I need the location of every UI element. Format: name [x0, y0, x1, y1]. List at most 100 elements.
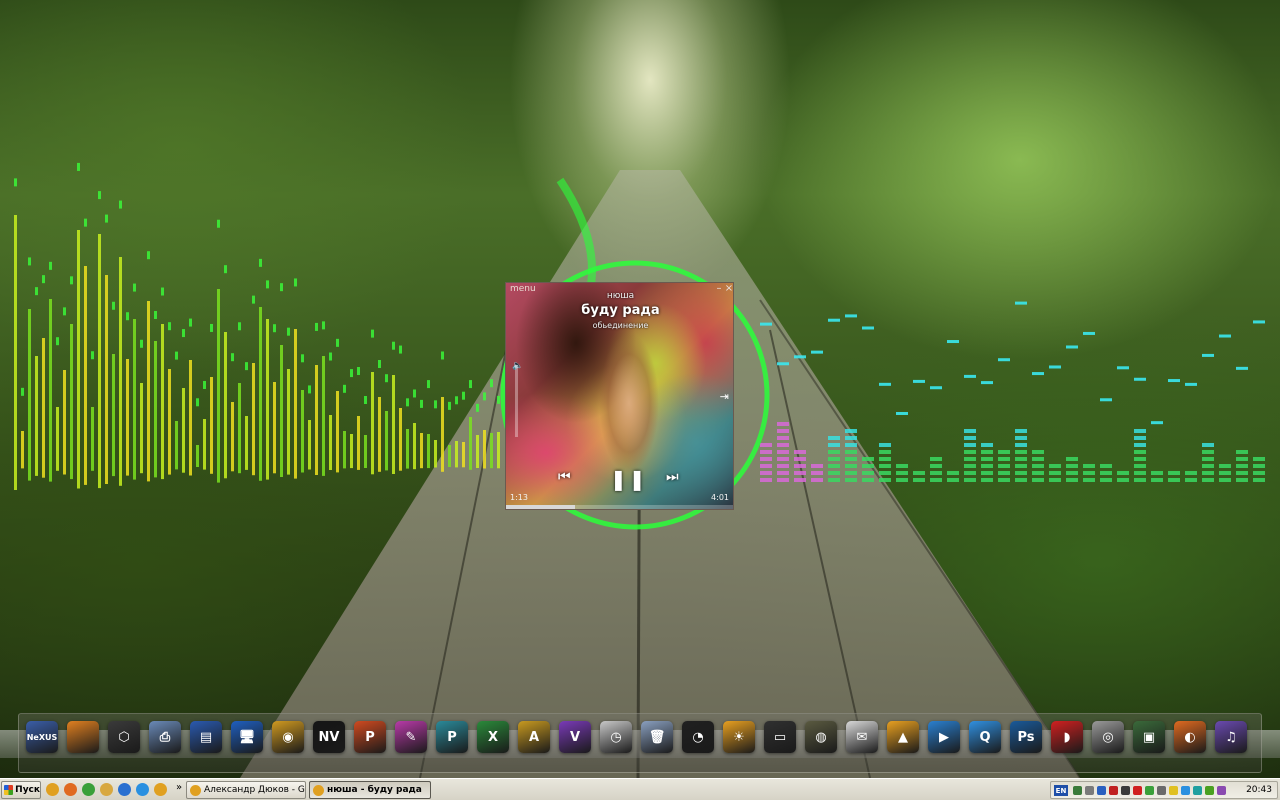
access-icon[interactable]: A [518, 721, 550, 753]
equalizer-block [1134, 429, 1146, 433]
excel-icon[interactable]: X [477, 721, 509, 753]
spectrum-peak [105, 214, 108, 223]
task-aimp[interactable]: нюша - буду рада [309, 781, 431, 799]
tray-icon[interactable] [1133, 786, 1142, 795]
spectrum-bar [140, 383, 143, 474]
exit-icon[interactable]: ⇥ [720, 390, 729, 403]
utorrent-icon[interactable] [82, 783, 95, 796]
tray-icon[interactable] [1205, 786, 1214, 795]
spectrum-bar [448, 445, 451, 467]
show-desktop-icon[interactable] [100, 783, 113, 796]
spectrum-bar [231, 402, 234, 472]
equalizer-block [777, 471, 789, 475]
language-indicator[interactable]: EN [1054, 785, 1068, 796]
spectrum-peak [308, 385, 311, 394]
equalizer-block [845, 443, 857, 447]
firefox-icon[interactable] [64, 783, 77, 796]
tray-icon[interactable] [1193, 786, 1202, 795]
media-player-icon[interactable]: ▶ [928, 721, 960, 753]
clock[interactable]: 20:43 [1246, 785, 1272, 795]
equalizer-peak [760, 322, 772, 326]
scanner-icon[interactable]: ⎙ [149, 721, 181, 753]
tray-icon[interactable] [1109, 786, 1118, 795]
spectrum-peak [224, 265, 227, 274]
equalizer-block [760, 478, 772, 482]
tray-icon[interactable] [1217, 786, 1226, 795]
drive-meter-icon[interactable]: ▭ [764, 721, 796, 753]
equalizer-block [862, 478, 874, 482]
spectrum-peak [483, 392, 486, 401]
quick-launch-overflow[interactable]: » [176, 782, 182, 793]
spectrum-peak [315, 322, 318, 331]
weather-icon[interactable]: ☀ [723, 721, 755, 753]
equalizer-block [1134, 443, 1146, 447]
tray-icon[interactable] [1157, 786, 1166, 795]
equalizer-block [947, 478, 959, 482]
equalizer-block [879, 478, 891, 482]
hex-tool-icon[interactable]: ⬡ [108, 721, 140, 753]
photo-camera-icon[interactable]: ▣ [1133, 721, 1165, 753]
itunes-icon[interactable]: ♫ [1215, 721, 1247, 753]
skype-icon[interactable] [136, 783, 149, 796]
spectrum-peak [406, 398, 409, 407]
artist-name: нюша [606, 291, 635, 301]
camera-app-icon[interactable]: ◉ [272, 721, 304, 753]
equalizer-block [1202, 457, 1214, 461]
progress-bar[interactable] [506, 505, 733, 509]
tray-icon[interactable] [1073, 786, 1082, 795]
spectrum-peak [441, 351, 444, 360]
tray-icon[interactable] [1121, 786, 1130, 795]
tray-icon[interactable] [1097, 786, 1106, 795]
spectrum-bar [245, 416, 248, 470]
task-chrome[interactable]: Александр Дюков - Go... [186, 781, 306, 799]
spectrum-peak [238, 322, 241, 331]
ie-icon[interactable] [118, 783, 131, 796]
start-button[interactable]: Пуск [1, 781, 41, 799]
recycle-bin-icon[interactable]: 🗑 [641, 721, 673, 753]
mail-icon[interactable]: ✉ [846, 721, 878, 753]
cyberlink-icon[interactable]: ◗ [1051, 721, 1083, 753]
tray-icon[interactable] [1085, 786, 1094, 795]
aimp-icon[interactable]: ▲ [887, 721, 919, 753]
spectrum-bar [56, 407, 59, 471]
equalizer-block [1100, 464, 1112, 468]
clock-widget-icon[interactable]: ◷ [600, 721, 632, 753]
sunset-app-icon[interactable] [67, 721, 99, 753]
quicktime-icon[interactable]: Q [969, 721, 1001, 753]
powerpoint-icon[interactable]: P [354, 721, 386, 753]
tray-icon[interactable] [1181, 786, 1190, 795]
volume-slider[interactable] [515, 365, 518, 437]
tray-icon[interactable] [1169, 786, 1178, 795]
spectrum-bar [420, 433, 423, 469]
webcam-icon[interactable]: ◎ [1092, 721, 1124, 753]
onenote-icon[interactable]: ✎ [395, 721, 427, 753]
nexus-icon[interactable]: NeXUS [26, 721, 58, 753]
previous-track-button[interactable]: ⏮ [558, 469, 571, 485]
firefox-icon[interactable]: ◐ [1174, 721, 1206, 753]
equalizer-block [1236, 457, 1248, 461]
equalizer-block [1202, 450, 1214, 454]
visio-icon[interactable]: V [559, 721, 591, 753]
equalizer-block [1134, 450, 1146, 454]
cpu-gauge-icon[interactable]: ◔ [682, 721, 714, 753]
next-track-button[interactable]: ⏭ [666, 469, 679, 485]
equalizer-peak [1151, 421, 1163, 425]
aimp-icon[interactable] [154, 783, 167, 796]
photoshop-icon[interactable]: Ps [1010, 721, 1042, 753]
books-icon[interactable]: ▤ [190, 721, 222, 753]
equalizer-peak [896, 411, 908, 415]
equalizer-block [1202, 478, 1214, 482]
spectrum-peak [420, 399, 423, 408]
mini-player-window[interactable]: menu – × нюша буду рада обьединение 🔈 ⇥ … [505, 282, 734, 510]
equalizer-block [896, 464, 908, 468]
pause-button[interactable]: ❚❚ [610, 467, 648, 491]
equalizer-block [845, 436, 857, 440]
equalizer-block [1134, 457, 1146, 461]
nvidia-icon[interactable]: NV [313, 721, 345, 753]
tray-icon[interactable] [1145, 786, 1154, 795]
my-computer-icon[interactable]: 🖥 [231, 721, 263, 753]
globe-icon[interactable]: ◍ [805, 721, 837, 753]
chrome-icon[interactable] [46, 783, 59, 796]
publisher-icon[interactable]: P [436, 721, 468, 753]
spectrum-bar [371, 372, 374, 475]
